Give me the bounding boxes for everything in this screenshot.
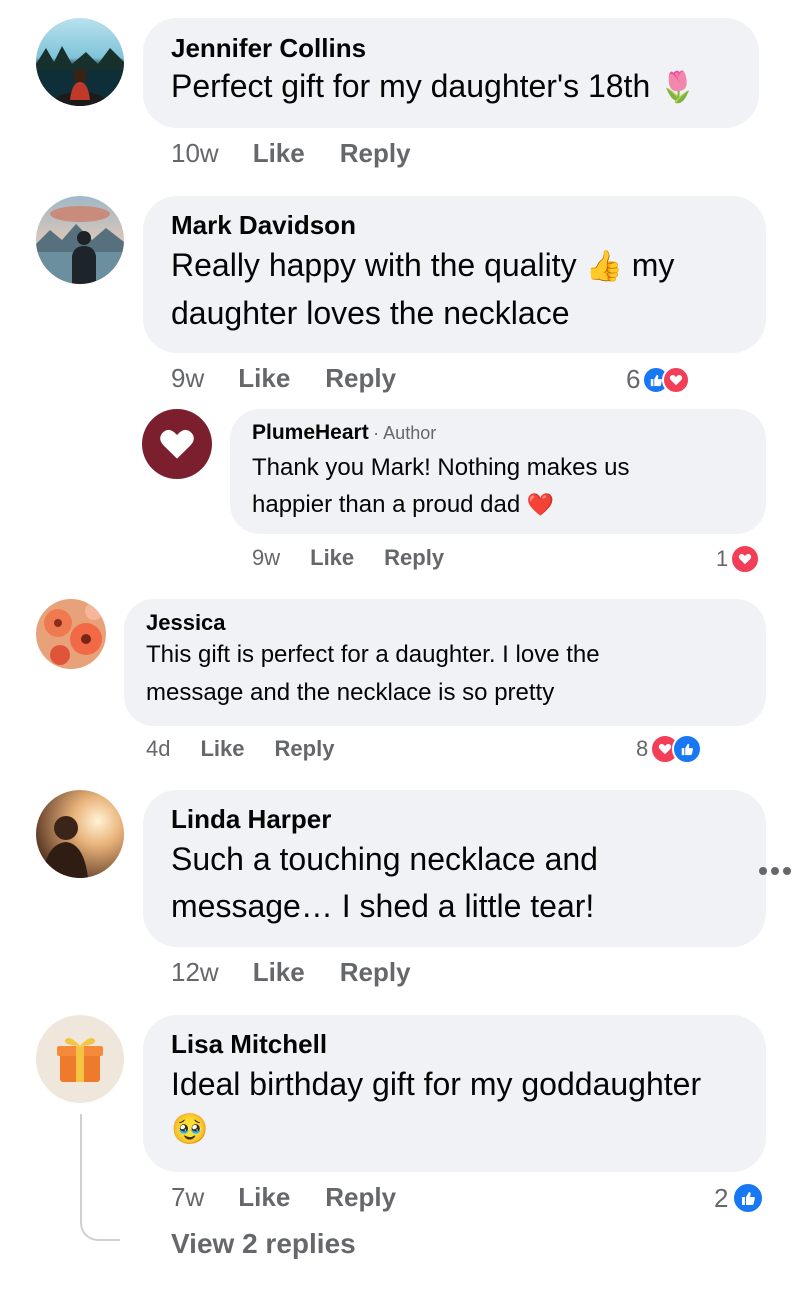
reply-button[interactable]: Reply <box>340 957 411 988</box>
comment-author[interactable]: Linda Harper <box>171 802 766 836</box>
reply-timestamp[interactable]: 9w <box>252 545 280 571</box>
reaction-count: 1 <box>716 546 729 571</box>
comment-timestamp[interactable]: 10w <box>171 138 219 169</box>
comment-actions: 4d Like Reply <box>146 736 334 762</box>
comment-bubble: Linda Harper Such a touching necklace an… <box>143 790 766 947</box>
comment-actions: 7w Like Reply <box>171 1182 396 1213</box>
thumbs-up-emoji-icon: 👍 <box>585 249 623 284</box>
reaction-summary[interactable]: 6 <box>626 364 691 395</box>
comment-actions: 12w Like Reply <box>171 957 411 988</box>
avatar-mark-davidson[interactable] <box>36 196 124 284</box>
comment-timestamp[interactable]: 7w <box>171 1182 204 1213</box>
comment-bubble: Mark Davidson Really happy with the qual… <box>143 196 766 353</box>
view-replies-link[interactable]: View 2 replies <box>171 1228 356 1260</box>
tulip-emoji-icon: 🌷 <box>659 70 697 105</box>
avatar-jennifer-collins[interactable] <box>36 18 124 106</box>
like-button[interactable]: Like <box>238 1182 290 1213</box>
reply-actions: 9w Like Reply <box>252 545 444 571</box>
avatar-sunset-photo <box>36 790 124 878</box>
reaction-count: 2 <box>714 1182 729 1213</box>
thread-connector <box>80 1114 120 1241</box>
like-button[interactable]: Like <box>253 138 305 169</box>
comment-author[interactable]: Mark Davidson <box>171 208 766 242</box>
comment-text: Such a touching necklace and message… I … <box>171 841 598 924</box>
like-button[interactable]: Like <box>310 545 354 571</box>
comment-timestamp[interactable]: 9w <box>171 363 204 394</box>
reaction-count: 6 <box>626 364 641 394</box>
avatar-mountain-photo <box>36 196 124 284</box>
reply-button[interactable]: Reply <box>340 138 411 169</box>
avatar-flower-photo <box>36 599 106 669</box>
comment-author[interactable]: Lisa Mitchell <box>171 1027 766 1061</box>
comment-text: Ideal birthday gift for my goddaughter 🥹 <box>171 1061 766 1153</box>
avatar-lake-photo <box>36 18 124 106</box>
comment-bubble: Jennifer Collins Perfect gift for my dau… <box>143 18 759 128</box>
comment-author[interactable]: Jessica <box>146 609 766 637</box>
comment-actions: 9w Like Reply <box>171 363 396 394</box>
avatar-jessica[interactable] <box>36 599 106 669</box>
reply-button[interactable]: Reply <box>384 545 444 571</box>
comment-text: This gift is perfect for a daughter. I l… <box>146 641 600 706</box>
reaction-summary[interactable]: 1 <box>716 544 761 574</box>
like-button[interactable]: Like <box>253 957 305 988</box>
pleading-face-emoji-icon: 🥹 <box>171 1112 209 1147</box>
reply-author[interactable]: PlumeHeart <box>252 421 369 444</box>
more-options-icon[interactable] <box>758 864 792 876</box>
heart-icon <box>730 544 761 574</box>
heart-logo-icon <box>160 429 194 459</box>
reply-bubble: PlumeHeart · Author Thank you Mark! Noth… <box>230 409 766 534</box>
comment-text: Really happy with the quality 👍 my daugh… <box>171 247 675 331</box>
thumbs-up-icon <box>732 1182 765 1214</box>
comment-author[interactable]: Jennifer Collins <box>171 32 759 64</box>
avatar-linda-harper[interactable] <box>36 790 124 878</box>
reply-button[interactable]: Reply <box>325 1182 396 1213</box>
like-button[interactable]: Like <box>238 363 290 394</box>
avatar-plumeheart[interactable] <box>142 409 212 479</box>
red-heart-emoji-icon: ❤️ <box>526 493 555 518</box>
reply-text: Thank you Mark! Nothing makes us happier… <box>252 454 630 518</box>
thumbs-up-icon <box>672 734 703 764</box>
comment-timestamp[interactable]: 4d <box>146 736 170 762</box>
reaction-count: 8 <box>636 736 649 761</box>
avatar-lisa-mitchell[interactable] <box>36 1015 124 1103</box>
reaction-summary[interactable]: 8 <box>636 734 703 764</box>
author-badge: · Author <box>373 423 437 443</box>
comment-bubble: Lisa Mitchell Ideal birthday gift for my… <box>143 1015 766 1172</box>
reaction-summary[interactable]: 2 <box>714 1182 765 1214</box>
like-button[interactable]: Like <box>200 736 244 762</box>
comment-timestamp[interactable]: 12w <box>171 957 219 988</box>
reply-button[interactable]: Reply <box>325 363 396 394</box>
comment-actions: 10w Like Reply <box>171 138 411 169</box>
gift-icon <box>57 1038 103 1082</box>
comment-text: Perfect gift for my daughter's 18th 🌷 <box>171 68 697 105</box>
comment-bubble: Jessica This gift is perfect for a daugh… <box>124 599 766 726</box>
reply-button[interactable]: Reply <box>275 736 335 762</box>
heart-icon <box>662 365 691 394</box>
